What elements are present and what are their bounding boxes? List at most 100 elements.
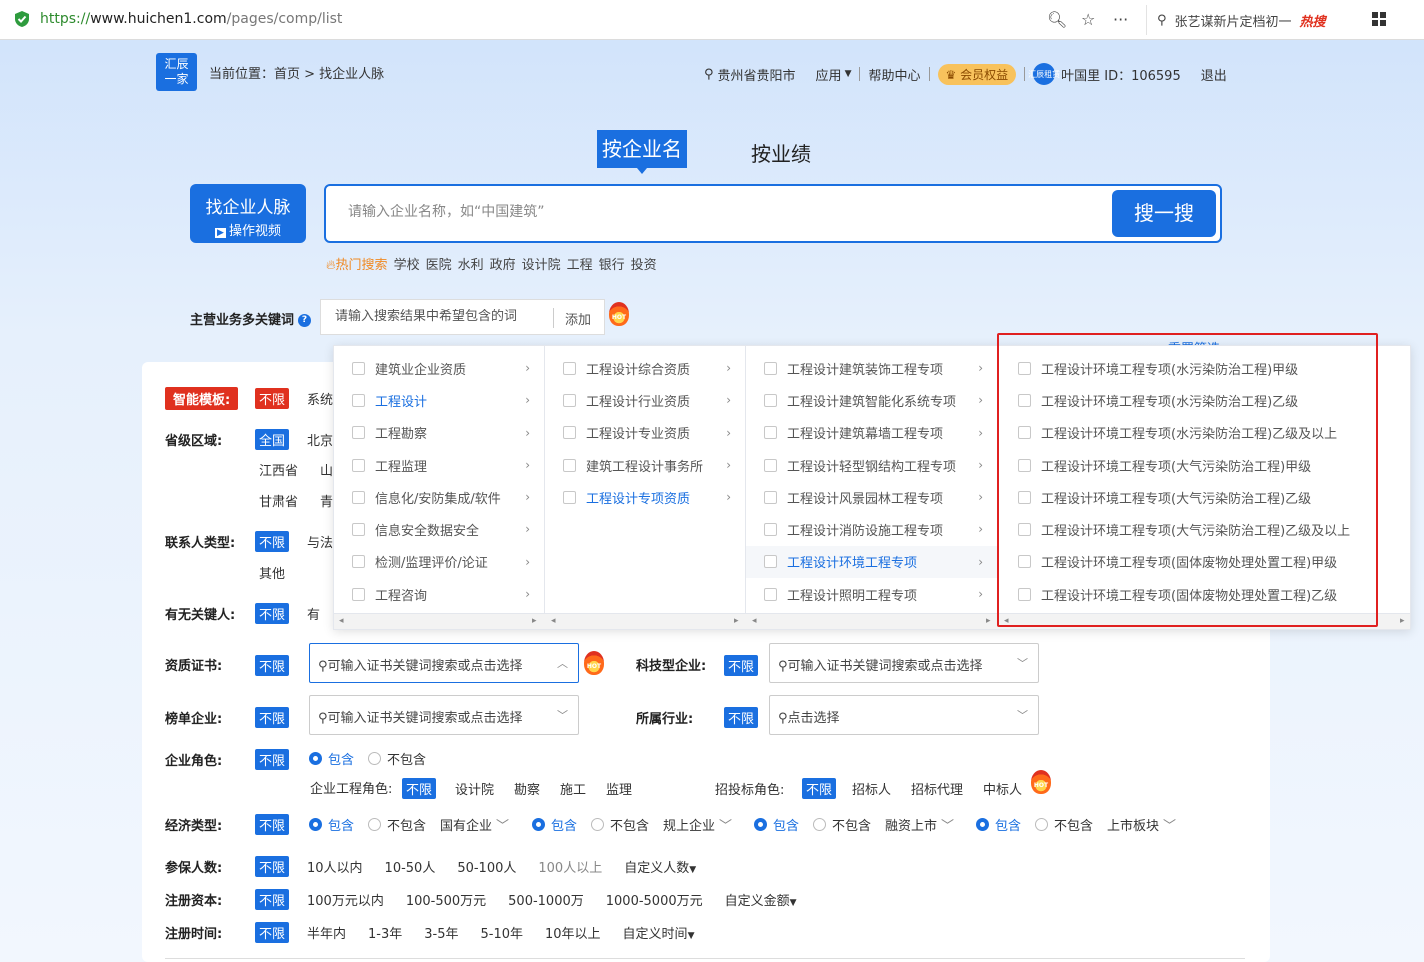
zoom-icon[interactable]: 🔍︎ bbox=[1047, 10, 1067, 29]
time-custom[interactable]: 自定义时间▼ bbox=[623, 923, 695, 942]
cascader-option[interactable]: 建筑业企业资质 › bbox=[334, 352, 544, 384]
time-unlimited[interactable]: 不限 bbox=[255, 922, 290, 943]
keyword-input[interactable] bbox=[335, 309, 545, 324]
checkbox-icon[interactable] bbox=[764, 426, 777, 440]
checkbox-icon[interactable] bbox=[352, 393, 365, 407]
radio-icon[interactable] bbox=[813, 818, 827, 831]
time-option[interactable]: 5-10年 bbox=[480, 923, 523, 942]
cascader-option[interactable]: 工程勘察 › bbox=[334, 417, 544, 449]
more-icon[interactable]: ··· bbox=[1113, 10, 1128, 29]
cascader-option[interactable]: 信息化/安防集成/软件 › bbox=[334, 481, 544, 513]
keyperson-unlimited[interactable]: 不限 bbox=[255, 603, 290, 624]
cascader-option[interactable]: 工程设计消防设施工程专项 › bbox=[746, 513, 997, 545]
hot-word[interactable]: 设计院 bbox=[522, 254, 561, 273]
template-system[interactable]: 系统 bbox=[307, 389, 333, 408]
radio-icon[interactable] bbox=[1035, 818, 1049, 831]
capital-option[interactable]: 100-500万元 bbox=[406, 890, 486, 909]
rank-unlimited[interactable]: 不限 bbox=[255, 707, 290, 728]
checkbox-icon[interactable] bbox=[563, 393, 576, 407]
help-center-link[interactable]: 帮助中心 bbox=[868, 65, 920, 84]
time-option[interactable]: 3-5年 bbox=[424, 923, 458, 942]
address-bar[interactable]: https://www.huichen1.com/pages/comp/list bbox=[40, 11, 342, 27]
checkbox-icon[interactable] bbox=[563, 361, 576, 375]
checkbox-icon[interactable] bbox=[563, 426, 576, 440]
cert-select[interactable]: ⚲可输入证书关键词搜索或点击选择 ︿ bbox=[309, 643, 579, 683]
contact-option[interactable]: 其他 bbox=[259, 563, 285, 582]
cascader-option[interactable]: 工程设计建筑装饰工程专项 › bbox=[746, 352, 997, 384]
vip-benefits-button[interactable]: ♛ 会员权益 bbox=[937, 63, 1017, 85]
radio-icon[interactable] bbox=[368, 752, 382, 765]
checkbox-icon[interactable] bbox=[352, 587, 365, 601]
checkbox-icon[interactable] bbox=[352, 426, 365, 440]
keyperson-option[interactable]: 有 bbox=[307, 604, 320, 623]
staff-unlimited[interactable]: 不限 bbox=[255, 856, 290, 877]
apps-menu[interactable]: 应用 bbox=[816, 65, 842, 84]
checkbox-icon[interactable] bbox=[352, 523, 365, 537]
hot-word[interactable]: 政府 bbox=[490, 254, 516, 273]
time-option[interactable]: 半年内 bbox=[307, 923, 346, 942]
cascader-option[interactable]: 工程设计风景园林工程专项 › bbox=[746, 481, 997, 513]
bid-role-unlimited[interactable]: 不限 bbox=[802, 778, 837, 799]
template-unlimited[interactable]: 不限 bbox=[255, 388, 290, 409]
time-option[interactable]: 1-3年 bbox=[368, 923, 402, 942]
hot-word[interactable]: 水利 bbox=[458, 254, 484, 273]
cascader-option[interactable]: 检测/监理评价/论证 › bbox=[334, 546, 544, 578]
company-search-input[interactable] bbox=[348, 204, 1048, 220]
cascader-option[interactable]: 工程设计综合资质 › bbox=[545, 352, 745, 384]
tab-by-company[interactable]: 按企业名 bbox=[597, 130, 687, 168]
econ-select[interactable]: 规上企业 bbox=[663, 815, 715, 834]
industry-unlimited[interactable]: 不限 bbox=[724, 707, 759, 728]
eng-role-option[interactable]: 设计院 bbox=[455, 779, 494, 798]
staff-option[interactable]: 10-50人 bbox=[385, 857, 436, 876]
site-logo[interactable]: 汇辰 一家 bbox=[156, 53, 197, 91]
staff-option[interactable]: 10人以内 bbox=[307, 857, 363, 876]
region-option[interactable]: 青 bbox=[320, 491, 333, 510]
avatar[interactable]: 汇辰租赁 bbox=[1028, 63, 1060, 85]
region-option[interactable]: 北京 bbox=[307, 430, 333, 449]
econ-select[interactable]: 国有企业 bbox=[440, 815, 492, 834]
cascader-option[interactable]: 建筑工程设计事务所 › bbox=[545, 449, 745, 481]
radio-icon[interactable] bbox=[368, 818, 382, 831]
checkbox-icon[interactable] bbox=[352, 555, 365, 569]
econ-select[interactable]: 上市板块 bbox=[1107, 815, 1159, 834]
bid-role-option[interactable]: 中标人 bbox=[983, 779, 1022, 798]
radio-icon[interactable] bbox=[754, 818, 767, 831]
capital-custom[interactable]: 自定义金额▼ bbox=[725, 890, 797, 909]
checkbox-icon[interactable] bbox=[352, 490, 365, 504]
location-link[interactable]: 贵州省贵阳市 bbox=[718, 65, 796, 84]
add-keyword-button[interactable]: 添加 bbox=[565, 309, 591, 328]
capital-unlimited[interactable]: 不限 bbox=[255, 889, 290, 910]
checkbox-icon[interactable] bbox=[563, 490, 576, 504]
find-contacts-button[interactable]: 找企业人脉 ▶ 操作视频 bbox=[190, 184, 306, 243]
cascader-option[interactable]: 工程设计照明工程专项 › bbox=[746, 578, 997, 610]
apps-grid-icon[interactable] bbox=[1372, 12, 1386, 26]
econ-select[interactable]: 融资上市 bbox=[885, 815, 937, 834]
radio-icon[interactable] bbox=[309, 818, 322, 831]
capital-option[interactable]: 1000-5000万元 bbox=[606, 890, 703, 909]
checkbox-icon[interactable] bbox=[764, 458, 777, 472]
role-unlimited[interactable]: 不限 bbox=[255, 749, 290, 770]
capital-option[interactable]: 100万元以内 bbox=[307, 890, 384, 909]
hot-word[interactable]: 银行 bbox=[599, 254, 625, 273]
radio-icon[interactable] bbox=[976, 818, 989, 831]
search-button[interactable]: 搜一搜 bbox=[1112, 190, 1216, 237]
region-option[interactable]: 山 bbox=[320, 460, 333, 479]
star-icon[interactable]: ☆ bbox=[1081, 10, 1095, 29]
checkbox-icon[interactable] bbox=[352, 458, 365, 472]
role-include-radio[interactable]: 包含 不包含 bbox=[309, 749, 426, 768]
checkbox-icon[interactable] bbox=[764, 555, 777, 569]
eng-role-option[interactable]: 施工 bbox=[560, 779, 586, 798]
bid-role-option[interactable]: 招标人 bbox=[852, 779, 891, 798]
radio-icon[interactable] bbox=[591, 818, 605, 831]
cascader-option[interactable]: 工程设计专业资质 › bbox=[545, 417, 745, 449]
checkbox-icon[interactable] bbox=[764, 523, 777, 537]
help-icon[interactable]: ? bbox=[298, 314, 312, 327]
tech-select[interactable]: ⚲可输入证书关键词搜索或点击选择 ﹀ bbox=[769, 643, 1039, 683]
cascader-option[interactable]: 工程咨询 › bbox=[334, 578, 544, 610]
cascader-option[interactable]: 工程设计建筑幕墙工程专项 › bbox=[746, 417, 997, 449]
contact-unlimited[interactable]: 不限 bbox=[255, 531, 290, 552]
eng-role-option[interactable]: 勘察 bbox=[514, 779, 540, 798]
contact-option[interactable]: 与法 bbox=[307, 532, 333, 551]
cascader-option[interactable]: 工程设计环境工程专项 › bbox=[746, 545, 997, 579]
checkbox-icon[interactable] bbox=[563, 458, 576, 472]
